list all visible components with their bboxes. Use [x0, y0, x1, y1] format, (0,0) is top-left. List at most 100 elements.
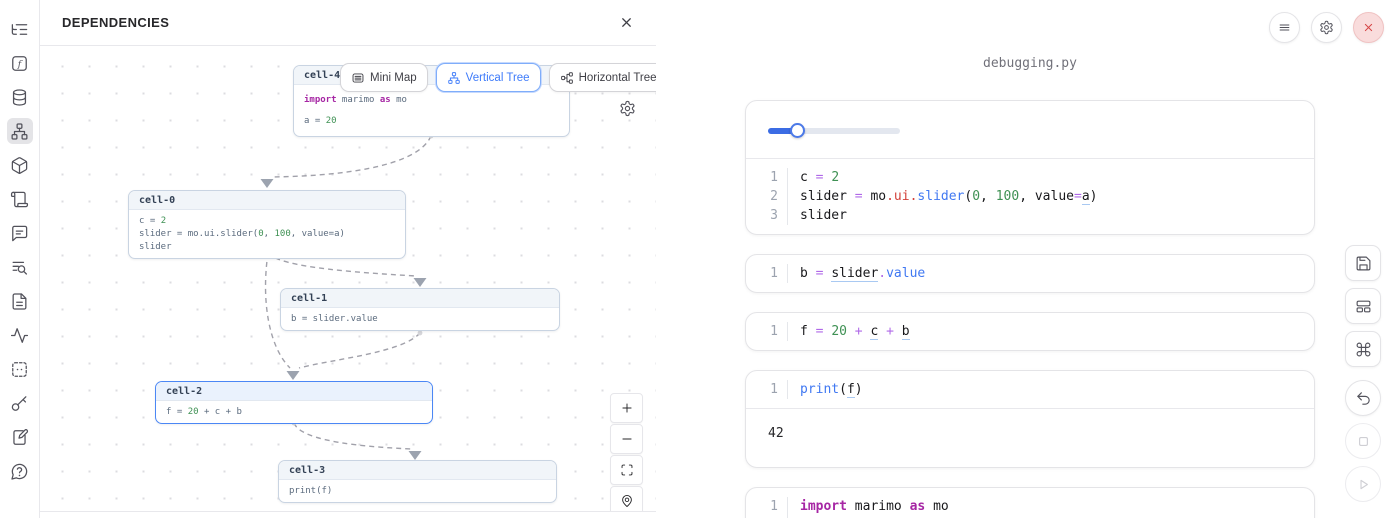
- notebook-cell-4[interactable]: 1import marimo as mo2: [745, 487, 1315, 518]
- database-icon: [10, 88, 29, 107]
- code-token: 0: [972, 189, 980, 204]
- sidebar-item-secrets[interactable]: [7, 390, 33, 416]
- stop-button[interactable]: [1345, 423, 1381, 459]
- tracing-icon: [10, 326, 29, 345]
- layout-icon: [1355, 298, 1372, 315]
- node-token: 2: [161, 216, 166, 226]
- save-icon: [1355, 255, 1372, 272]
- edge-arrowhead: [409, 451, 422, 460]
- play-icon: [1355, 476, 1372, 493]
- code-line: 3slider: [746, 206, 1314, 225]
- code-text: import marimo as mo: [788, 497, 949, 516]
- node-token: , value=a): [291, 229, 345, 239]
- edge-cell-2-to-cell-3: [294, 423, 411, 449]
- cell-editor[interactable]: 1import marimo as mo2: [746, 488, 1314, 518]
- code-token: f: [800, 324, 816, 339]
- graph-node-cell-0[interactable]: cell-0c = 2slider = mo.ui.slider(0, 100,…: [128, 190, 406, 259]
- secrets-icon: [10, 394, 29, 413]
- graph-node-cell-1[interactable]: cell-1b = slider.value: [280, 288, 560, 331]
- shutdown-button[interactable]: [1353, 12, 1384, 43]
- center-view-button[interactable]: [610, 486, 643, 512]
- code-token: =: [1074, 189, 1082, 204]
- close-icon: [1361, 20, 1376, 35]
- code-token: marimo: [847, 499, 910, 514]
- zoom-in-icon: [620, 401, 634, 415]
- graph-settings-button[interactable]: [619, 100, 636, 117]
- graph-code-line: print(f): [289, 485, 546, 498]
- sidebar-item-file-tree[interactable]: [7, 16, 33, 42]
- view-button-label: Horizontal Tree: [579, 72, 656, 84]
- graph-code-line: import marimo as mo: [304, 90, 559, 111]
- sidebar-item-help[interactable]: [7, 458, 33, 484]
- save-button[interactable]: [1345, 245, 1381, 281]
- zoom-out-icon: [620, 432, 634, 446]
- slider-thumb[interactable]: [790, 123, 805, 138]
- notebook-cell-2[interactable]: 1f = 20 + c + b: [745, 312, 1315, 351]
- node-token: c =: [139, 216, 161, 226]
- sidebar-item-tracing[interactable]: [7, 322, 33, 348]
- sidebar-item-scratchpad[interactable]: [7, 424, 33, 450]
- code-token: [878, 324, 886, 339]
- cell-editor[interactable]: 1b = slider.value: [746, 255, 1314, 292]
- scroll-icon: [10, 190, 29, 209]
- stop-icon: [1355, 433, 1372, 450]
- center-view-icon: [620, 494, 634, 508]
- node-token: import: [304, 95, 337, 105]
- code-token: 2: [831, 170, 839, 185]
- zoom-in-button[interactable]: [610, 393, 643, 423]
- sidebar-item-packages[interactable]: [7, 152, 33, 178]
- line-number: 1: [746, 168, 788, 187]
- graph-node-code: c = 2slider = mo.ui.slider(0, 100, value…: [129, 210, 405, 258]
- notebook-cell-0[interactable]: 1c = 22slider = mo.ui.slider(0, 100, val…: [745, 100, 1315, 235]
- code-token: slider: [800, 189, 855, 204]
- edge-arrowhead: [414, 278, 427, 287]
- notebook-menu-button[interactable]: [1269, 12, 1300, 43]
- node-token: slider: [139, 242, 172, 252]
- layout-select-button[interactable]: [1345, 288, 1381, 324]
- view-button-horizontal-tree[interactable]: Horizontal Tree: [549, 63, 656, 92]
- code-line: 1f = 20 + c + b: [746, 322, 1314, 341]
- graph-code-line: f = 20 + c + b: [166, 406, 422, 419]
- code-text: b = slider.value: [788, 264, 925, 283]
- graph-node-cell-3[interactable]: cell-3print(f): [278, 460, 557, 503]
- node-token: ,: [264, 229, 275, 239]
- sidebar-item-dependencies[interactable]: [7, 118, 33, 144]
- node-token: 20: [326, 116, 337, 126]
- view-button-mini-map[interactable]: Mini Map: [340, 63, 428, 92]
- sidebar-item-datasources[interactable]: [7, 84, 33, 110]
- notebook-filename[interactable]: debugging.py: [745, 56, 1315, 71]
- run-button[interactable]: [1345, 466, 1381, 502]
- graph-node-title: cell-1: [281, 289, 559, 308]
- sidebar-item-documentation[interactable]: [7, 186, 33, 212]
- cell-editor[interactable]: 1print(f): [746, 371, 1314, 408]
- undo-button[interactable]: [1345, 380, 1381, 416]
- sidebar-item-variables[interactable]: f: [7, 50, 33, 76]
- notebook-cell-1[interactable]: 1b = slider.value: [745, 254, 1315, 293]
- graph-node-cell-2[interactable]: cell-2 f = 20 + c + b: [155, 381, 433, 424]
- keyboard-shortcuts-button[interactable]: [1345, 331, 1381, 367]
- graph-node-title: cell-0: [129, 191, 405, 210]
- help-icon: [10, 462, 29, 481]
- slider-widget[interactable]: [768, 123, 900, 138]
- zoom-out-button[interactable]: [610, 424, 643, 454]
- sidebar-item-chat[interactable]: [7, 220, 33, 246]
- notebook-cells: 1c = 22slider = mo.ui.slider(0, 100, val…: [745, 100, 1315, 518]
- chat-icon: [10, 224, 29, 243]
- notebook-settings-button[interactable]: [1311, 12, 1342, 43]
- graph-node-title: cell-2: [156, 382, 432, 401]
- close-panel-button[interactable]: [619, 15, 634, 30]
- line-number: 3: [746, 206, 788, 225]
- cell-editor[interactable]: 1c = 22slider = mo.ui.slider(0, 100, val…: [746, 159, 1314, 234]
- dependency-graph-canvas[interactable]: cell-4import marimo as moa = 20cell-0c =…: [40, 46, 656, 512]
- line-number: 1: [746, 322, 788, 341]
- view-button-vertical-tree[interactable]: Vertical Tree: [436, 63, 541, 92]
- cell-editor[interactable]: 1f = 20 + c + b: [746, 313, 1314, 350]
- fit-view-button[interactable]: [610, 455, 643, 485]
- notebook-cell-3[interactable]: 1print(f)42: [745, 370, 1315, 468]
- sidebar-item-logs[interactable]: [7, 254, 33, 280]
- menu-icon: [1277, 20, 1292, 35]
- sidebar-item-snippets[interactable]: [7, 288, 33, 314]
- code-token: ): [1090, 189, 1098, 204]
- search-logs-icon: [10, 258, 29, 277]
- sidebar-item-outline[interactable]: [7, 356, 33, 382]
